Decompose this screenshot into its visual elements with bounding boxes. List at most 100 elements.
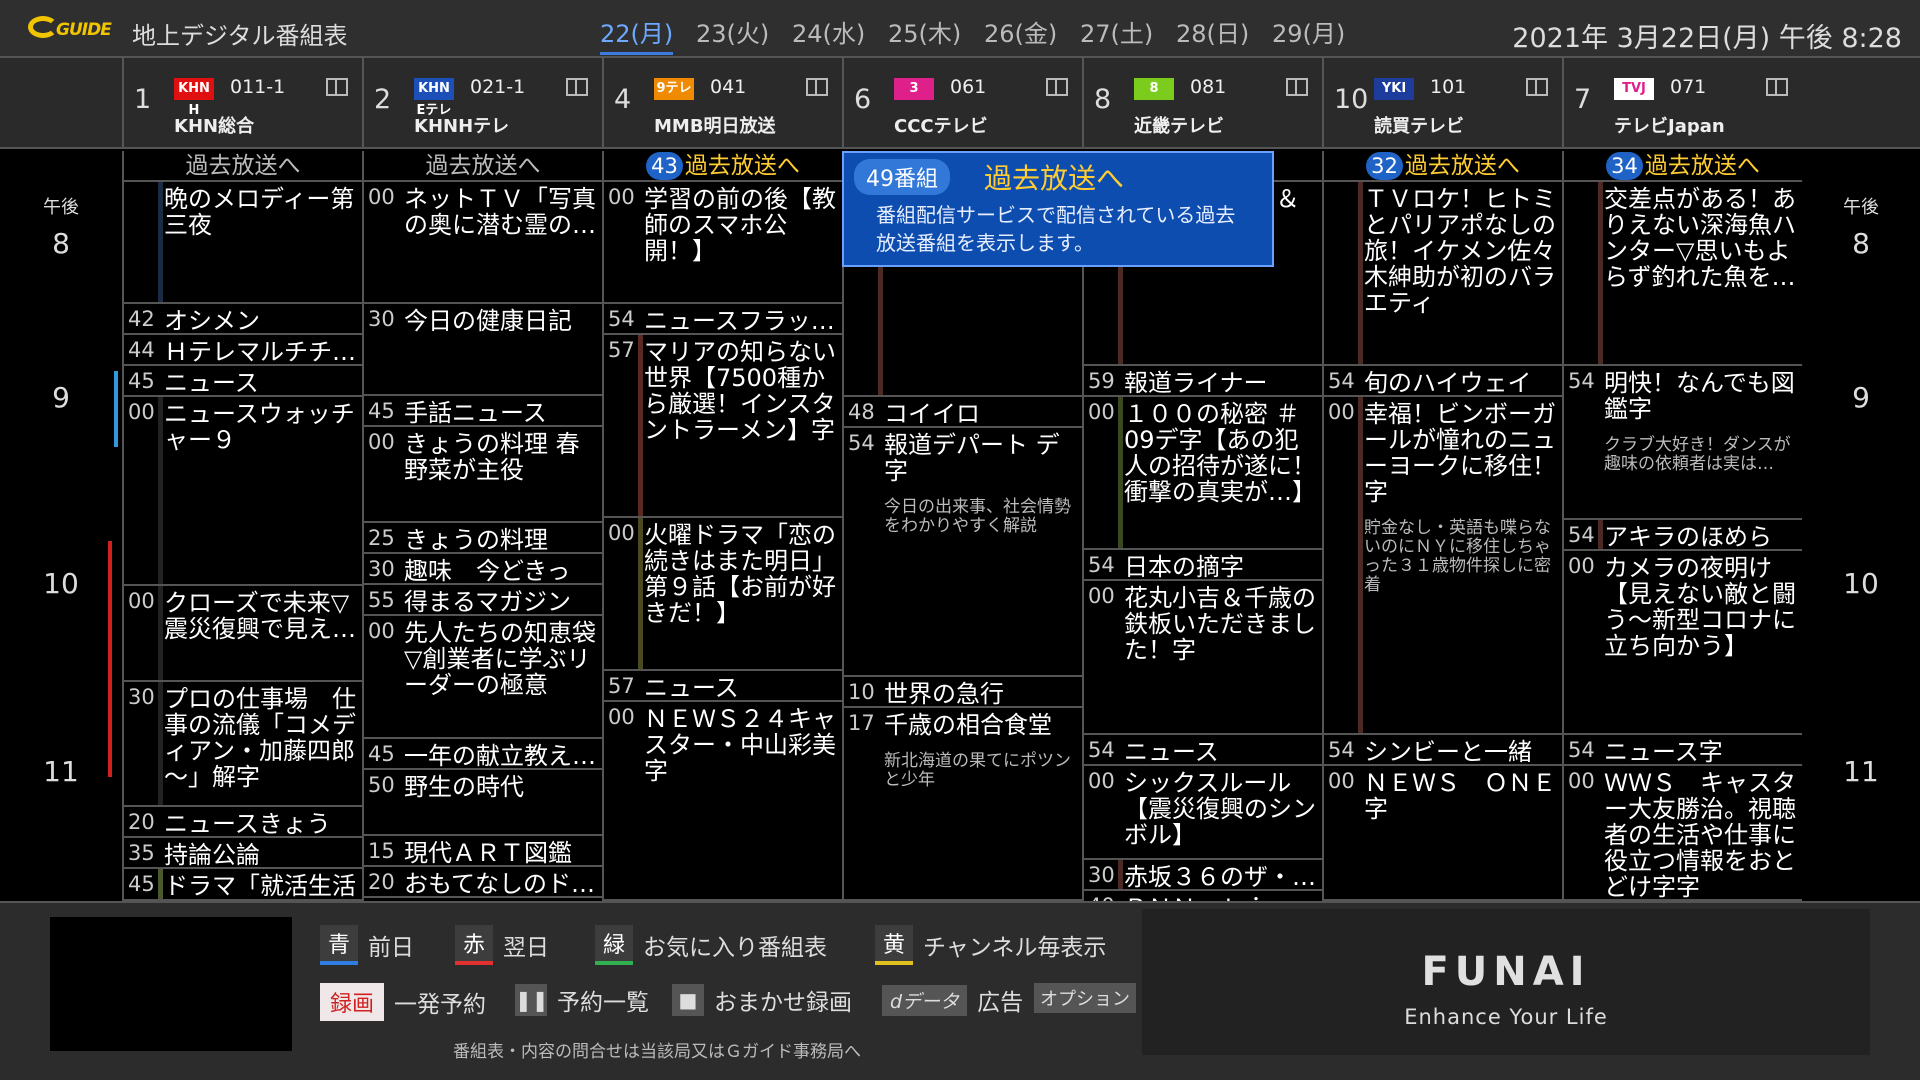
genre-stripe (158, 682, 163, 805)
program-cell[interactable]: 45 ニュース (124, 366, 362, 397)
program-cell[interactable]: 40ＢＮＮ Ｌｉｖｅ (1084, 891, 1322, 901)
program-cell[interactable]: 45 ドラマ「就活生活 (124, 869, 362, 901)
program-title: ＴＶロケ！ヒトミとパリアポなしの旅！イケメン佐々木紳助が初のバラエティ (1364, 185, 1556, 317)
channel-logo: KHN Eテレ (414, 78, 454, 118)
program-cell[interactable]: ＴＶロケ！ヒトミとパリアポなしの旅！イケメン佐々木紳助が初のバラエティ (1324, 182, 1562, 366)
red-key-next-day[interactable]: 赤翌日 (455, 925, 549, 965)
channel-menu-icon[interactable] (326, 78, 348, 96)
program-cell[interactable]: 50 野生の時代 (364, 770, 602, 836)
program-cell[interactable]: 54 アキラのほめら (1564, 520, 1802, 551)
program-cell[interactable]: 35 持論公論 (124, 838, 362, 869)
program-cell[interactable]: 00 火曜ドラマ「恋の続きはまた明日」第９話【お前が好きだ！】 (604, 518, 842, 671)
channel-name: KHNHテレ (414, 116, 510, 137)
date-tab[interactable]: 28(日) (1176, 14, 1272, 49)
data-ad-button[interactable]: dデータ 広告 (882, 983, 1023, 1017)
program-cell[interactable]: 44 Ｈテレマルチチ… (124, 335, 362, 366)
date-tab[interactable]: 26(金) (984, 14, 1080, 49)
program-cell[interactable]: 25 きょうの料理 (364, 523, 602, 554)
channel-menu-icon[interactable] (1046, 78, 1068, 96)
program-cell[interactable]: 54 ニュース (1084, 735, 1322, 766)
program-cell[interactable]: 00 クローズで未来▽震災復興で見え… (124, 586, 362, 682)
program-cell[interactable]: 00 １００の秘密 ＃09デ字【あの犯人の招待が遂に！衝撃の真実が…】 (1084, 397, 1322, 550)
blue-key-prev-day[interactable]: 青前日 (320, 925, 414, 965)
date-tab[interactable]: 29(月) (1272, 14, 1368, 49)
program-cell[interactable]: 晩のメロディー第三夜 (124, 182, 362, 304)
channel-header-cell[interactable]: 4 9テレ 041 MMB明日放送 (602, 58, 842, 147)
program-cell[interactable]: 20 ニュースきょう (124, 807, 362, 838)
one-touch-record-button[interactable]: 録画 一発予約 (320, 983, 486, 1021)
past-broadcast-link[interactable]: 過去放送へ (364, 151, 602, 182)
program-cell[interactable]: 00 ＮＥＷＳ２４キャスター・中山彩美字 (604, 702, 842, 901)
program-cell[interactable]: 45 手話ニュース (364, 396, 602, 427)
channel-menu-icon[interactable] (566, 78, 588, 96)
program-cell[interactable]: 00 ＮＥＷＳ ＯＮＥ字 (1324, 766, 1562, 901)
program-cell[interactable]: 00 ニュースウォッチャー９ (124, 397, 362, 586)
program-cell[interactable]: 57 ニュース (604, 671, 842, 702)
program-cell[interactable]: 00 花丸小吉＆千歳の鉄板いただきました！字 (1084, 581, 1322, 735)
channel-header-cell[interactable]: 6 3 061 CCCテレビ (842, 58, 1082, 147)
program-cell[interactable]: 54 ニュースフラッ… (604, 304, 842, 335)
program-cell[interactable]: 10 世界の急行 (844, 677, 1082, 708)
past-broadcast-link[interactable]: 34 過去放送へ (1564, 151, 1802, 182)
program-cell[interactable]: 54 報道デパート デ字 今日の出来事、社会情勢をわかりやすく解説 (844, 428, 1082, 677)
program-cell[interactable]: 59 報道ライナー (1084, 366, 1322, 397)
channel-header-cell[interactable]: 1 KHN H 011-1 KHN総合 (122, 58, 362, 147)
date-tab[interactable]: 27(土) (1080, 14, 1176, 49)
past-broadcast-link[interactable]: 43 過去放送へ (604, 151, 842, 182)
past-broadcast-popup[interactable]: 49番組 過去放送へ 番組配信サービスで配信されている過去放送番組を表示します。 (842, 151, 1274, 267)
channel-header-cell[interactable]: 7 TVJ 071 テレビJapan (1562, 58, 1802, 147)
brand-panel: FUNAI Enhance Your Life (1142, 909, 1870, 1055)
program-cell[interactable]: 30 今日の健康日記 (364, 304, 602, 396)
program-cell[interactable]: 48 コイイロ (844, 397, 1082, 428)
program-cell[interactable]: 54 ニュース字 (1564, 735, 1802, 766)
program-cell[interactable]: 00 シックスルール【震災復興のシンボル】 (1084, 766, 1322, 860)
reservation-list-button[interactable]: ❚❚ 予約一覧 (515, 983, 649, 1017)
program-title: 先人たちの知恵袋▽創業者に学ぶリーダーの極意 (404, 619, 596, 699)
footer: 青前日 赤翌日 緑お気に入り番組表 黄チャンネル毎表示 録画 一発予約 ❚❚ 予約一… (0, 901, 1920, 1080)
green-key-favorites[interactable]: 緑お気に入り番組表 (595, 925, 827, 965)
program-start-minute: 15 (368, 839, 395, 863)
date-tab[interactable]: 24(水) (792, 14, 888, 49)
program-cell[interactable]: 00 学習の前の後【教師のスマホ公開！】 (604, 182, 842, 304)
program-cell[interactable]: 15 現代ＡＲＴ図鑑 (364, 836, 602, 867)
program-cell[interactable]: 30 趣味 今どきっ (364, 554, 602, 585)
channel-menu-icon[interactable] (1286, 78, 1308, 96)
program-title: 一年の献立教え… (404, 742, 596, 770)
program-cell[interactable]: 00 きょうの料理 春野菜が主役 (364, 427, 602, 523)
program-cell[interactable]: 00 ＷＷＳ キャスター大友勝治。視聴者の生活や仕事に役立つ情報をおとどけ字字 (1564, 766, 1802, 901)
program-start-minute: 00 (608, 521, 635, 545)
channel-header-cell[interactable]: 2 KHN Eテレ 021-1 KHNHテレ (362, 58, 602, 147)
program-cell[interactable]: 00 カメラの夜明け【見えない敵と闘う～新型コロナに立ち向かう】 (1564, 551, 1802, 735)
program-cell[interactable]: 42 オシメン (124, 304, 362, 335)
date-tab[interactable]: 23(火) (696, 14, 792, 49)
program-cell[interactable]: 30 プロの仕事場 仕事の流儀「コメディアン・加藤四郎～」解字 (124, 682, 362, 807)
date-tab[interactable]: 25(木) (888, 14, 984, 49)
program-cell[interactable]: 54 日本の摘字 (1084, 550, 1322, 581)
yellow-key-per-channel[interactable]: 黄チャンネル毎表示 (875, 925, 1106, 965)
program-cell[interactable]: 45 一年の献立教え… (364, 739, 602, 770)
program-cell[interactable]: 30 赤坂３６のザ・… (1084, 860, 1322, 891)
program-cell[interactable]: 20 おもてなしのド… (364, 867, 602, 898)
program-cell[interactable]: 交差点がある！ありえない深海魚ハンター▽思いもよらず釣れた魚を… (1564, 182, 1802, 366)
past-broadcast-link[interactable]: 32 過去放送へ (1324, 151, 1562, 182)
program-cell[interactable]: 54 旬のハイウェイ (1324, 366, 1562, 397)
program-cell[interactable]: 57 マリアの知らない世界【7500種から厳選！インスタントラーメン】字 (604, 335, 842, 518)
channel-logo: TVJ (1614, 78, 1654, 100)
program-cell[interactable]: 54 明快！なんでも図鑑字 クラブ大好き！ダンスが趣味の依頼者は実は… (1564, 366, 1802, 520)
program-cell[interactable]: 54 シンビーと一緒 (1324, 735, 1562, 766)
channel-menu-icon[interactable] (1766, 78, 1788, 96)
program-cell[interactable]: 17 千歳の相合食堂 新北海道の果てにポツンと少年 (844, 708, 1082, 901)
past-broadcast-link[interactable]: 過去放送へ (124, 151, 362, 182)
program-cell[interactable]: 55 得まるマガジン (364, 585, 602, 616)
date-tab[interactable]: 22(月) (600, 14, 696, 55)
program-cell[interactable]: 00 先人たちの知恵袋▽創業者に学ぶリーダーの極意 (364, 616, 602, 739)
program-cell[interactable]: 00 ネットＴＶ「写真の奥に潜む霊の… (364, 182, 602, 304)
option-button[interactable]: オプション (1034, 983, 1146, 1013)
program-cell[interactable]: 00 幸福！ビンボーガールが憧れのニューヨークに移住！字 貯金なし・英語も喋らないの… (1324, 397, 1562, 735)
channel-header-cell[interactable]: 8 8 081 近畿テレビ (1082, 58, 1322, 147)
channel-menu-icon[interactable] (806, 78, 828, 96)
program-start-minute: 20 (368, 870, 395, 894)
auto-record-button[interactable]: ■ おまかせ録画 (672, 983, 852, 1017)
channel-header-cell[interactable]: 10 YKI 101 読買テレビ (1322, 58, 1562, 147)
channel-menu-icon[interactable] (1526, 78, 1548, 96)
